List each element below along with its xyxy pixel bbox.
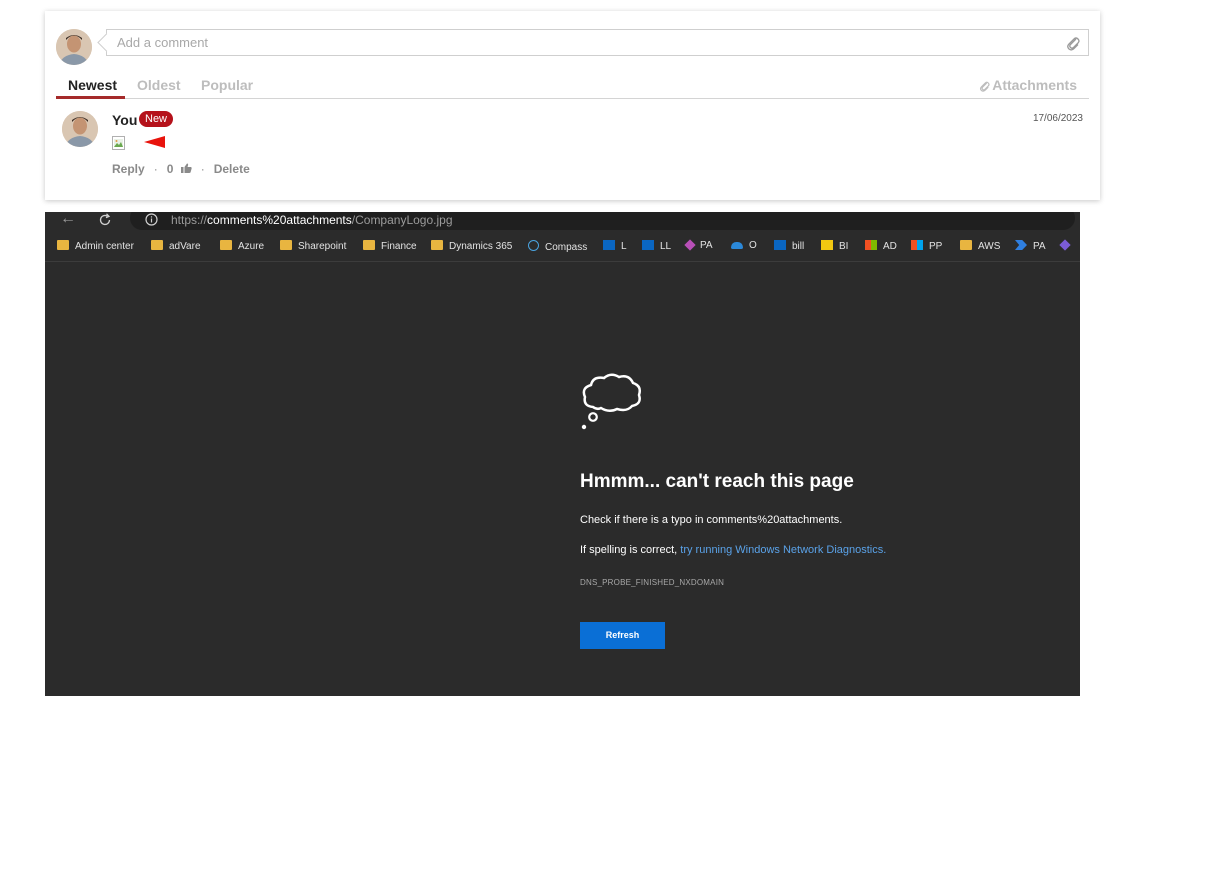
learning-icon bbox=[642, 240, 654, 250]
fav-label: BI bbox=[839, 241, 849, 252]
folder-icon bbox=[431, 240, 443, 250]
fav-item[interactable]: Compass bbox=[528, 240, 587, 253]
power-bi-icon bbox=[821, 240, 833, 250]
fav-label: adVare bbox=[169, 241, 201, 252]
error-typo-hint: Check if there is a typo in comments%20a… bbox=[580, 514, 843, 526]
fav-label: bill bbox=[792, 241, 805, 252]
error-diagnostics-hint: If spelling is correct, try running Wind… bbox=[580, 544, 886, 556]
tab-newest[interactable]: Newest bbox=[68, 77, 117, 93]
power-automate-icon bbox=[1015, 240, 1027, 250]
refresh-button[interactable]: Refresh bbox=[580, 622, 665, 649]
favorites-bar: Admin center adVare Azure Sharepoint Fin… bbox=[45, 233, 1080, 262]
paperclip-icon[interactable] bbox=[1066, 35, 1080, 51]
back-arrow-icon[interactable]: ← bbox=[60, 212, 76, 228]
tab-oldest[interactable]: Oldest bbox=[137, 77, 181, 93]
folder-icon bbox=[363, 240, 375, 250]
fav-label: AWS bbox=[978, 241, 1001, 252]
browser-toolbar: ← https://comments%20attachments/Company… bbox=[45, 212, 1080, 232]
fav-label: O bbox=[749, 240, 757, 251]
fav-item[interactable]: LL bbox=[642, 240, 671, 252]
folder-icon bbox=[960, 240, 972, 250]
fav-item[interactable]: Azure bbox=[220, 240, 264, 252]
fav-item[interactable]: Finance bbox=[363, 240, 417, 252]
tab-popular[interactable]: Popular bbox=[201, 77, 253, 93]
fav-item[interactable]: AWS bbox=[960, 240, 1000, 252]
fav-item[interactable]: PA bbox=[684, 239, 713, 251]
fav-label: Finance bbox=[381, 241, 417, 252]
thumbs-up-icon[interactable] bbox=[180, 162, 192, 176]
address-url[interactable]: https://comments%20attachments/CompanyLo… bbox=[171, 213, 453, 227]
folder-icon bbox=[151, 240, 163, 250]
broken-image-icon[interactable] bbox=[112, 136, 125, 150]
attachments-label: Attachments bbox=[992, 77, 1077, 93]
attachments-link[interactable]: Attachments bbox=[979, 77, 1077, 93]
url-host: comments%20attachments bbox=[207, 213, 352, 227]
fav-label: PP bbox=[929, 241, 943, 252]
delete-link[interactable]: Delete bbox=[214, 162, 250, 176]
comment-date: 17/06/2023 bbox=[1032, 113, 1083, 124]
fav-label: Admin center bbox=[75, 241, 134, 252]
folder-icon bbox=[220, 240, 232, 250]
fav-label: Compass bbox=[545, 242, 588, 253]
error-title: Hmmm... can't reach this page bbox=[580, 471, 854, 492]
url-path: /CompanyLogo.jpg bbox=[351, 213, 453, 227]
browser-error-screenshot: ← https://comments%20attachments/Company… bbox=[45, 212, 1080, 696]
current-user-avatar bbox=[56, 29, 92, 65]
new-badge: New bbox=[139, 111, 174, 127]
fav-label: Dynamics 365 bbox=[449, 241, 513, 252]
red-pointer-arrow-icon bbox=[144, 135, 166, 153]
fav-label: L bbox=[621, 241, 627, 252]
fav-item[interactable]: Dynamics 365 bbox=[431, 240, 512, 252]
separator-dot: · bbox=[200, 161, 205, 176]
power-apps-icon bbox=[684, 239, 696, 251]
active-tab-underline bbox=[56, 96, 125, 99]
fav-label: Azure bbox=[238, 241, 265, 252]
comment-input-placeholder: Add a comment bbox=[117, 35, 209, 50]
fav-item[interactable]: AD bbox=[865, 240, 897, 252]
folder-icon bbox=[280, 240, 292, 250]
gem-icon bbox=[1059, 239, 1071, 251]
fav-label: PA bbox=[700, 240, 713, 251]
url-scheme: https:// bbox=[171, 213, 208, 227]
comment-input[interactable]: Add a comment bbox=[97, 29, 1089, 56]
fav-item[interactable]: bill bbox=[774, 240, 804, 252]
reload-icon[interactable] bbox=[98, 213, 112, 232]
fav-label: AD bbox=[883, 241, 897, 252]
comment-actions: Reply · 0 · Delete bbox=[112, 161, 250, 176]
comments-panel: Add a comment Newest Oldest Popular Atta… bbox=[45, 11, 1100, 200]
fav-label: LL bbox=[660, 241, 672, 252]
onedrive-icon bbox=[731, 242, 743, 249]
fav-item[interactable]: Admin center bbox=[57, 240, 134, 252]
fav-item[interactable]: Sharepoint bbox=[280, 240, 346, 252]
like-count: 0 bbox=[166, 161, 174, 176]
microsoft-icon bbox=[865, 240, 877, 250]
fav-item[interactable]: adVare bbox=[151, 240, 201, 252]
fav-item[interactable]: PA bbox=[1015, 240, 1046, 252]
error-diagnostics-prefix: If spelling is correct, bbox=[580, 544, 678, 556]
comment-author: You bbox=[112, 112, 138, 128]
fav-item[interactable]: BI bbox=[821, 240, 848, 252]
folder-icon bbox=[57, 240, 69, 250]
error-code: DNS_PROBE_FINISHED_NXDOMAIN bbox=[580, 578, 725, 587]
fav-item[interactable]: O bbox=[731, 240, 757, 251]
microsoft-icon bbox=[911, 240, 923, 250]
info-icon[interactable] bbox=[145, 213, 158, 231]
network-diagnostics-link[interactable]: try running Windows Network Diagnostics. bbox=[680, 544, 886, 556]
reply-link[interactable]: Reply bbox=[112, 162, 145, 176]
fav-label: PA bbox=[1033, 241, 1046, 252]
fav-item[interactable]: L bbox=[603, 240, 627, 252]
separator-dot: · bbox=[153, 161, 158, 176]
linkedin-icon bbox=[603, 240, 615, 250]
fav-item[interactable] bbox=[1059, 239, 1075, 251]
input-pointer-notch bbox=[97, 33, 116, 52]
fav-label: Sharepoint bbox=[298, 241, 347, 252]
paperclip-icon bbox=[980, 81, 990, 92]
comment-author-avatar bbox=[62, 111, 98, 147]
linkedin-icon bbox=[774, 240, 786, 250]
compass-icon bbox=[528, 240, 539, 251]
comment-sort-tabs: Newest Oldest Popular Attachments bbox=[56, 73, 1089, 99]
thought-cloud-icon bbox=[579, 371, 643, 436]
fav-item[interactable]: PP bbox=[911, 240, 942, 252]
